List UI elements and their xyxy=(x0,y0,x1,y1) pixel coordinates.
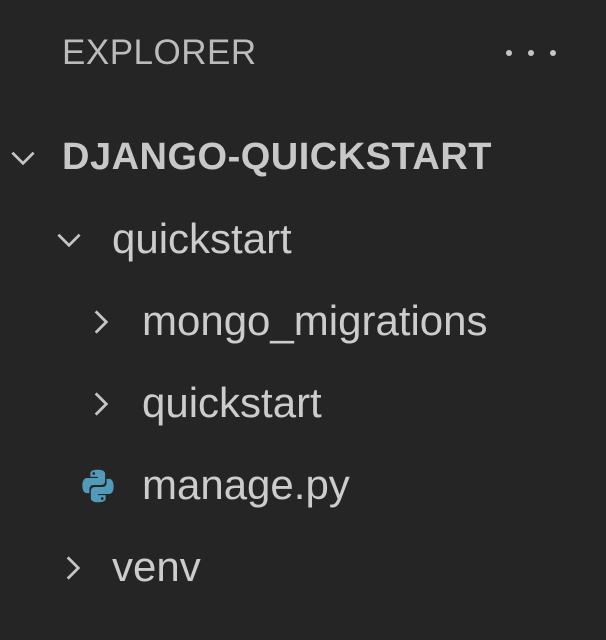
chevron-down-icon xyxy=(52,223,86,257)
ellipsis-icon xyxy=(506,50,512,56)
tree-item-quickstart-subfolder[interactable]: quickstart xyxy=(0,364,606,444)
tree-item-quickstart-folder[interactable]: quickstart xyxy=(0,200,606,280)
tree-item-label: quickstart xyxy=(142,379,322,426)
workspace-root-folder[interactable]: DJANGO-QUICKSTART xyxy=(0,118,606,198)
python-file-icon xyxy=(78,466,118,506)
explorer-title: EXPLORER xyxy=(62,33,257,72)
tree-item-mongo-migrations-folder[interactable]: mongo_migrations xyxy=(0,282,606,362)
tree-item-label: venv xyxy=(112,543,201,590)
tree-item-manage-py-file[interactable]: manage.py xyxy=(0,446,606,526)
tree-item-venv-folder[interactable]: venv xyxy=(0,528,606,608)
ellipsis-icon-dot xyxy=(528,50,534,56)
chevron-down-icon xyxy=(6,141,40,175)
chevron-right-icon xyxy=(84,305,118,339)
explorer-header: EXPLORER xyxy=(0,0,606,108)
more-actions-button[interactable] xyxy=(504,36,558,70)
tree-item-label: manage.py xyxy=(142,461,350,508)
workspace-root-label: DJANGO-QUICKSTART xyxy=(62,136,493,178)
tree-item-label: quickstart xyxy=(112,215,292,262)
ellipsis-icon-dot xyxy=(550,50,556,56)
chevron-right-icon xyxy=(56,551,90,585)
chevron-right-icon xyxy=(84,387,118,421)
tree-item-label: mongo_migrations xyxy=(142,297,488,344)
